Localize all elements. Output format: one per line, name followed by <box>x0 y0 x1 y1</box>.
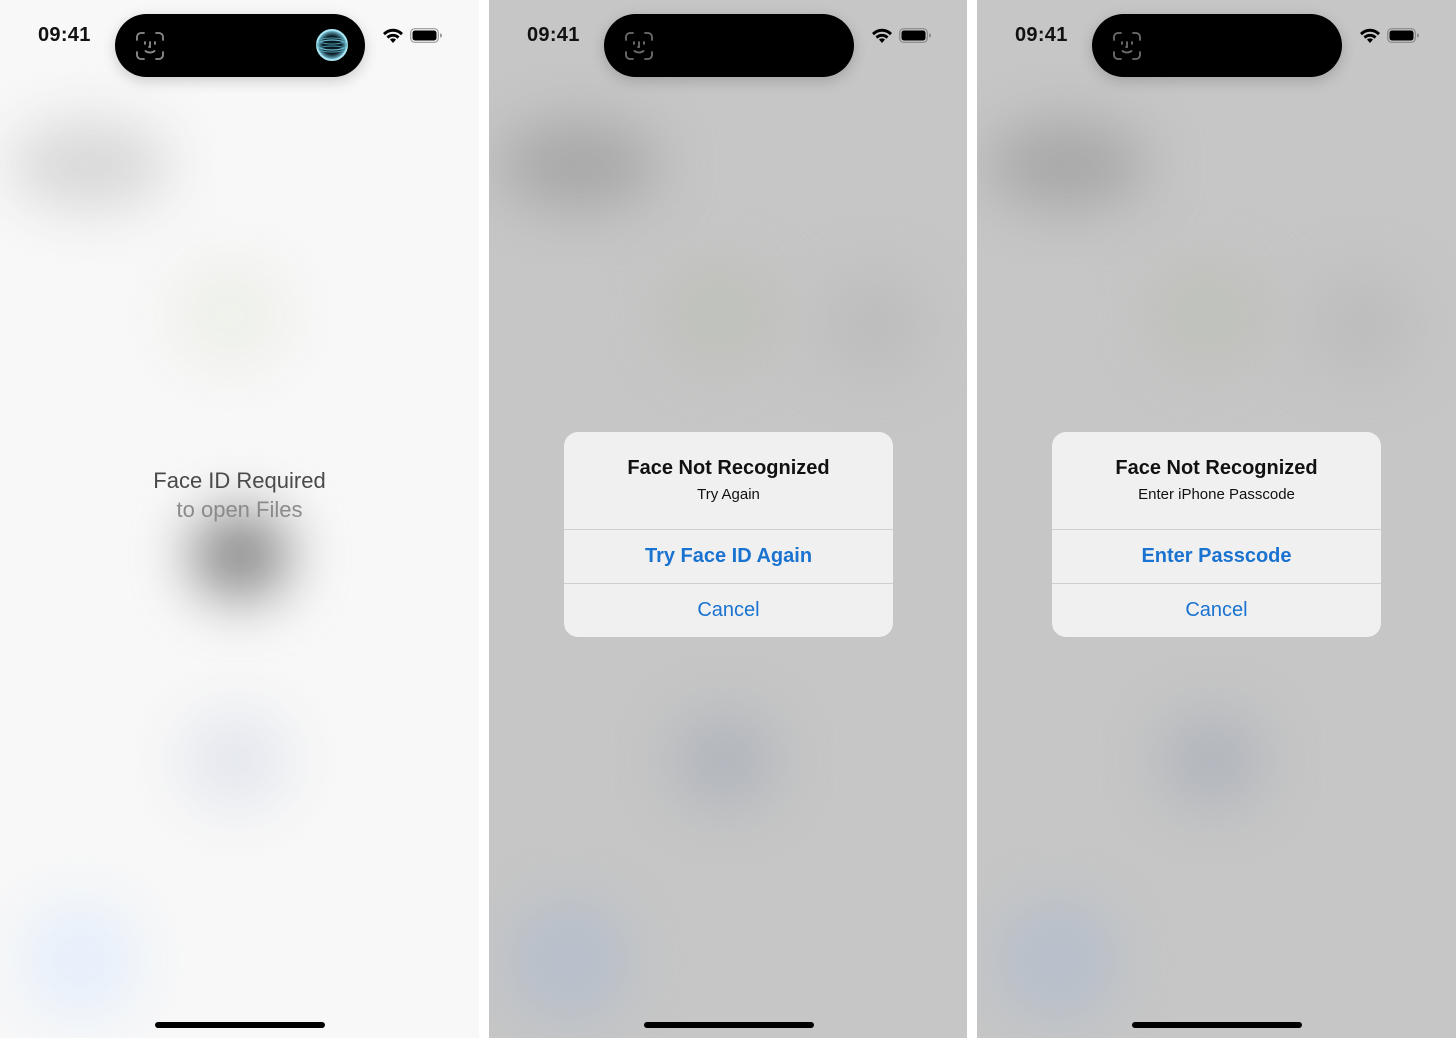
open-files-label: to open Files <box>176 497 303 522</box>
status-time: 09:41 <box>38 24 91 46</box>
dynamic-island <box>115 14 365 77</box>
battery-icon <box>1387 28 1419 43</box>
battery-icon <box>899 28 931 43</box>
face-id-required-label: Face ID Required <box>153 468 326 493</box>
dynamic-island <box>604 14 854 77</box>
blurred-app-content <box>987 120 1147 210</box>
wifi-icon <box>872 28 892 43</box>
home-indicator[interactable] <box>155 1022 325 1028</box>
alert-title: Face Not Recognized <box>627 457 830 479</box>
wifi-icon <box>383 28 403 43</box>
try-face-id-again-button[interactable]: Try Face ID Again <box>564 530 893 583</box>
blurred-app-content <box>819 270 929 380</box>
alert-message: Try Again <box>697 486 760 503</box>
blurred-app-content <box>997 900 1117 1020</box>
blurred-app-content <box>499 120 659 210</box>
wifi-icon <box>1360 28 1380 43</box>
face-id-scanning-orb-icon <box>316 29 348 61</box>
blurred-app-content <box>669 710 779 810</box>
blurred-app-content <box>170 260 290 370</box>
cancel-button[interactable]: Cancel <box>1052 584 1381 637</box>
status-time: 09:41 <box>527 24 580 46</box>
blurred-app-content <box>10 120 170 210</box>
blurred-app-content <box>180 710 290 810</box>
screen-face-not-recognized-try-again: 09:41 Face Not Recognized Try Again Try … <box>489 0 967 1038</box>
blurred-app-content <box>509 900 629 1020</box>
screen-face-id-required: 09:41 Face ID Required to open Files <box>0 0 479 1038</box>
home-indicator[interactable] <box>1132 1022 1302 1028</box>
status-time: 09:41 <box>1015 24 1068 46</box>
enter-passcode-button[interactable]: Enter Passcode <box>1052 530 1381 583</box>
face-not-recognized-alert: Face Not Recognized Try Again Try Face I… <box>564 432 893 637</box>
face-id-icon <box>1113 32 1141 60</box>
blurred-app-content <box>1307 270 1417 380</box>
alert-message: Enter iPhone Passcode <box>1138 486 1295 503</box>
blurred-app-content <box>1147 260 1267 370</box>
dynamic-island <box>1092 14 1342 77</box>
face-id-icon <box>625 32 653 60</box>
home-indicator[interactable] <box>644 1022 814 1028</box>
blurred-app-content <box>1157 710 1267 810</box>
blurred-app-content <box>659 260 779 370</box>
blurred-app-content <box>20 900 140 1020</box>
cancel-button[interactable]: Cancel <box>564 584 893 637</box>
battery-icon <box>410 28 442 43</box>
face-id-icon <box>136 32 164 60</box>
alert-title: Face Not Recognized <box>1115 457 1318 479</box>
face-id-prompt: Face ID Required to open Files <box>0 466 479 524</box>
face-not-recognized-alert: Face Not Recognized Enter iPhone Passcod… <box>1052 432 1381 637</box>
screen-face-not-recognized-passcode: 09:41 Face Not Recognized Enter iPhone P… <box>977 0 1456 1038</box>
